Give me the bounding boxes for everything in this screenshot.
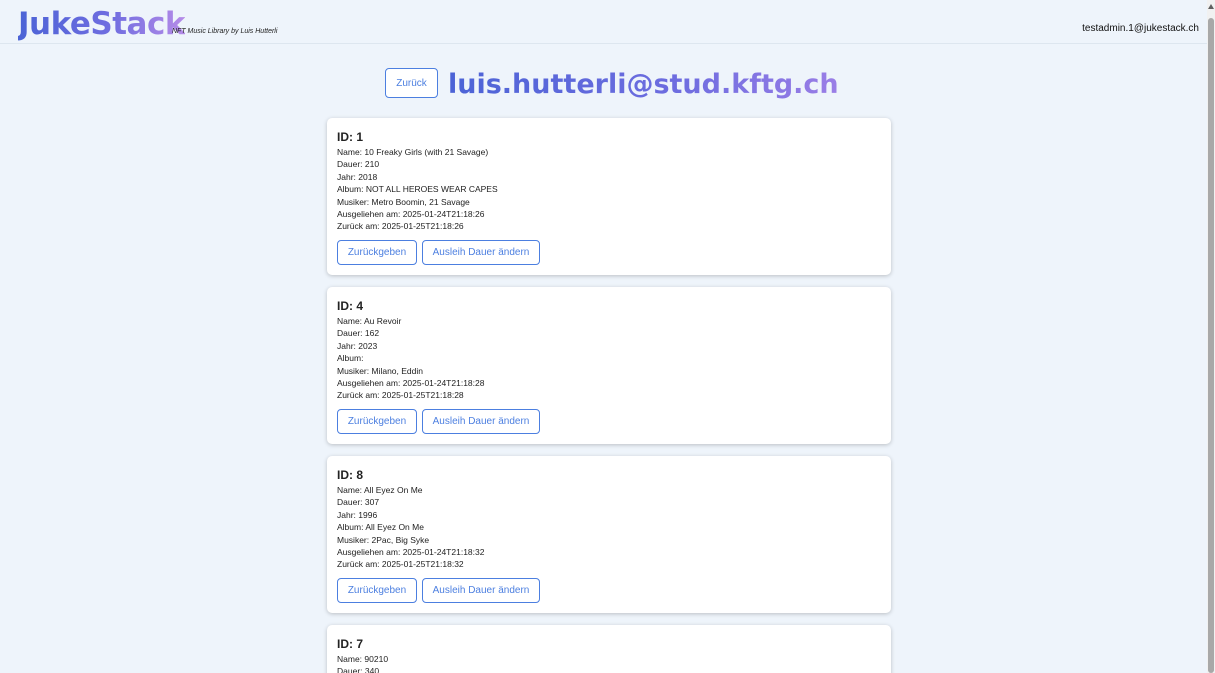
scrollbar-thumb[interactable] xyxy=(1208,18,1214,673)
return-at: Zurück am: 2025-01-25T21:18:28 xyxy=(337,390,464,401)
card-actions: Zurückgeben Ausleih Dauer ändern xyxy=(337,239,881,265)
song-card: ID: 7 Name: 90210 Dauer: 340 xyxy=(327,625,891,673)
song-name: Name: 10 Freaky Girls (with 21 Savage) xyxy=(337,147,489,157)
song-artists: Musiker: Milano, Eddin xyxy=(337,365,424,376)
return-at: Zurück am: 2025-01-25T21:18:32 xyxy=(337,559,464,570)
song-duration: Dauer: 340 xyxy=(337,666,380,673)
borrowed-at: Ausgeliehen am: 2025-01-24T21:18:32 xyxy=(337,547,485,558)
scroll-up-arrow-icon[interactable] xyxy=(1208,4,1214,9)
song-id: ID: 1 xyxy=(337,130,364,144)
page-scrollbar[interactable] xyxy=(1207,0,1215,673)
change-loan-duration-button[interactable]: Ausleih Dauer ändern xyxy=(422,408,540,434)
song-name: Name: Au Revoir xyxy=(337,316,402,326)
song-duration: Dauer: 210 xyxy=(337,159,380,170)
song-duration: Dauer: 162 xyxy=(337,328,380,339)
song-card: ID: 8 Name: All Eyez On Me Dauer: 307 Ja… xyxy=(327,456,891,613)
jukestack-logo[interactable]: JukeStack xyxy=(18,6,185,42)
song-album: Album: xyxy=(337,353,364,364)
song-artists: Musiker: 2Pac, Big Syke xyxy=(337,534,430,545)
back-button[interactable]: Zurück xyxy=(385,68,438,98)
card-actions: Zurückgeben Ausleih Dauer ändern xyxy=(337,577,881,603)
song-card: ID: 4 Name: Au Revoir Dauer: 162 Jahr: 2… xyxy=(327,287,891,444)
song-year: Jahr: 2018 xyxy=(337,171,378,182)
song-name: Name: All Eyez On Me xyxy=(337,485,423,495)
song-album: Album: All Eyez On Me xyxy=(337,522,424,533)
song-artists: Musiker: Metro Boomin, 21 Savage xyxy=(337,196,470,207)
song-year: Jahr: 1996 xyxy=(337,509,378,520)
card-actions: Zurückgeben Ausleih Dauer ändern xyxy=(337,408,881,434)
song-name: Name: 90210 xyxy=(337,654,389,664)
song-id: ID: 4 xyxy=(337,299,364,313)
song-album: Album: NOT ALL HEROES WEAR CAPES xyxy=(337,184,498,195)
borrowed-at: Ausgeliehen am: 2025-01-24T21:18:28 xyxy=(337,378,485,389)
song-id: ID: 8 xyxy=(337,468,364,482)
song-year: Jahr: 2023 xyxy=(337,340,378,351)
return-at: Zurück am: 2025-01-25T21:18:26 xyxy=(337,221,464,232)
change-loan-duration-button[interactable]: Ausleih Dauer ändern xyxy=(422,577,540,603)
current-user-email[interactable]: testadmin.1@jukestack.ch xyxy=(1082,23,1199,34)
song-id: ID: 7 xyxy=(337,637,364,651)
change-loan-duration-button[interactable]: Ausleih Dauer ändern xyxy=(422,239,540,265)
page-header: Zurück luis.hutterli@stud.kftg.ch xyxy=(0,66,1207,106)
song-duration: Dauer: 307 xyxy=(337,497,380,508)
song-card: ID: 1 Name: 10 Freaky Girls (with 21 Sav… xyxy=(327,118,891,275)
return-button[interactable]: Zurückgeben xyxy=(337,577,417,603)
return-button[interactable]: Zurückgeben xyxy=(337,408,417,434)
top-navbar: JukeStack NFT Music Library by Luis Hutt… xyxy=(0,0,1207,44)
return-button[interactable]: Zurückgeben xyxy=(337,239,417,265)
app-tagline: NFT Music Library by Luis Hutterli xyxy=(172,28,278,35)
page-title-owner-email: luis.hutterli@stud.kftg.ch xyxy=(448,66,839,104)
borrowed-at: Ausgeliehen am: 2025-01-24T21:18:26 xyxy=(337,209,485,220)
